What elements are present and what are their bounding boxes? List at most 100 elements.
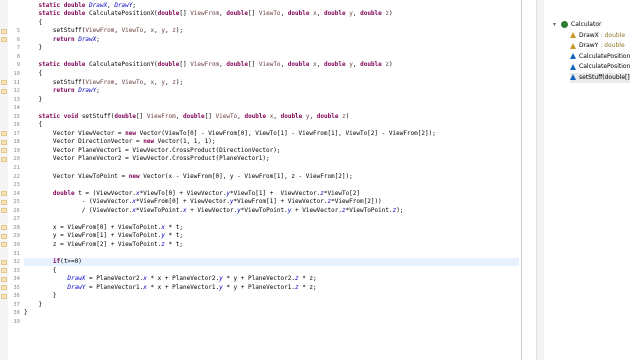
code-line[interactable]: double t = (ViewVector.x*ViewTo[0] + Vie… xyxy=(24,190,519,198)
code-line[interactable]: x = ViewFrom[0] + ViewToPoint.x * t; xyxy=(24,224,519,232)
outline-item[interactable]: CalculatePosition xyxy=(570,62,630,72)
line-number: 38 xyxy=(13,310,20,317)
change-mark[interactable] xyxy=(1,233,7,239)
code-token: double xyxy=(114,112,137,120)
change-mark[interactable] xyxy=(1,80,7,85)
outline-item[interactable]: Calculator xyxy=(561,20,601,30)
code-token: *ViewToPoint. xyxy=(345,206,393,214)
code-line[interactable]: } xyxy=(24,309,519,317)
code-line[interactable]: Vector PlaneVector1 = ViewVector.CrossPr… xyxy=(24,147,519,155)
change-mark[interactable] xyxy=(1,268,7,274)
code-token: DrawX xyxy=(67,275,86,283)
code-token: * x + PlaneVector1. xyxy=(146,283,220,291)
change-mark[interactable] xyxy=(1,28,7,34)
outline-item[interactable]: setStuff(double[] xyxy=(570,72,630,83)
code-token: ; xyxy=(96,35,100,43)
outline-item[interactable]: CalculatePosition xyxy=(570,52,630,62)
code-line[interactable]: setStuff(ViewFrom, ViewTo, x, y, z); xyxy=(24,79,519,87)
change-mark[interactable] xyxy=(1,199,7,205)
code-line[interactable] xyxy=(24,250,519,258)
code-line[interactable]: static void setStuff(double[] ViewFrom, … xyxy=(24,113,519,121)
code-line[interactable]: } xyxy=(24,96,519,104)
change-mark[interactable] xyxy=(1,156,7,162)
code-token: ); xyxy=(396,206,404,214)
code-line[interactable]: DrawX = PlaneVector2.x * x + PlaneVector… xyxy=(24,275,519,283)
code-token: ViewFrom xyxy=(85,78,115,86)
code-line[interactable]: { xyxy=(24,70,519,78)
vertical-scrollbar[interactable] xyxy=(536,0,544,360)
change-mark[interactable] xyxy=(1,37,7,43)
code-token: double xyxy=(287,61,314,69)
code-token: new xyxy=(125,129,140,137)
line-number: 35 xyxy=(13,284,20,291)
change-mark[interactable] xyxy=(1,139,7,145)
code-line[interactable]: static double CalculatePositionX(double[… xyxy=(24,10,519,18)
code-line[interactable]: if(t>=0) xyxy=(24,258,519,267)
change-mark[interactable] xyxy=(1,208,7,214)
code-line[interactable] xyxy=(24,104,519,112)
change-mark[interactable] xyxy=(1,285,7,291)
change-mark[interactable] xyxy=(1,242,7,248)
code-line[interactable]: z = ViewFrom[2] + ViewToPoint.z * t; xyxy=(24,241,519,249)
code-token: ); xyxy=(175,78,184,86)
code-line[interactable]: } xyxy=(24,301,519,309)
code-token: new xyxy=(128,172,144,180)
line-number: 36 xyxy=(13,293,20,300)
code-line[interactable]: / (ViewVector.x*ViewToPoint.x + ViewVect… xyxy=(24,207,519,215)
code-line[interactable]: return DrawY; xyxy=(24,87,519,95)
line-number: 11 xyxy=(13,79,20,86)
code-token: x = ViewFrom[0] + ViewToPoint. xyxy=(24,223,162,231)
change-mark[interactable] xyxy=(1,148,7,154)
line-number: 32 xyxy=(13,259,20,266)
code-line[interactable] xyxy=(24,53,519,61)
line-number: 26 xyxy=(13,207,20,214)
code-token: *ViewFrom[2])) xyxy=(331,198,382,206)
code-token: DrawY xyxy=(114,1,133,9)
code-line[interactable] xyxy=(24,318,519,326)
code-line[interactable]: Vector ViewVector = new Vector(ViewTo[0]… xyxy=(24,130,519,138)
code-line[interactable]: Vector PlaneVector2 = ViewVector.CrossPr… xyxy=(24,155,519,163)
code-line[interactable]: } xyxy=(24,44,519,52)
code-line[interactable]: static double CalculatePositionY(double[… xyxy=(24,61,519,69)
code-line[interactable]: y = ViewFrom[1] + ViewToPoint.y * t; xyxy=(24,232,519,240)
code-line[interactable] xyxy=(24,215,519,223)
code-token: * x + PlaneVector2. xyxy=(146,275,220,283)
code-token: *ViewToPoint. xyxy=(240,206,288,214)
line-number: 16 xyxy=(13,122,20,129)
code-line[interactable]: { xyxy=(24,267,519,275)
code-token: ViewTo xyxy=(215,112,238,120)
collapse-arrow-icon[interactable]: ▾ xyxy=(553,21,556,28)
code-token: / (ViewVector. xyxy=(24,206,133,214)
change-mark[interactable] xyxy=(1,276,7,282)
change-mark[interactable] xyxy=(1,191,7,197)
change-mark[interactable] xyxy=(1,131,7,137)
change-mark[interactable] xyxy=(1,88,7,94)
code-token: static double xyxy=(38,1,90,9)
change-mark[interactable] xyxy=(1,259,7,265)
code-token: new xyxy=(143,138,158,146)
code-line[interactable]: static double DrawX, DrawY; xyxy=(24,2,519,10)
code-line[interactable]: { xyxy=(24,121,519,129)
code-line[interactable] xyxy=(24,181,519,189)
code-token: DrawY xyxy=(67,283,86,291)
code-line[interactable]: { xyxy=(24,19,519,27)
outline-item[interactable]: DrawY : double xyxy=(570,41,625,51)
change-mark[interactable] xyxy=(1,293,7,299)
change-mark[interactable] xyxy=(1,225,7,231)
code-lines[interactable]: public class Calculator { static double … xyxy=(24,0,520,360)
line-number: 10 xyxy=(13,70,20,77)
code-line[interactable]: DrawY = PlaneVector1.x * x + PlaneVector… xyxy=(24,284,519,292)
outline-item[interactable]: DrawX : double xyxy=(570,31,625,41)
code-line[interactable]: return DrawX; xyxy=(24,36,519,44)
code-editor[interactable]: 5 6 7 8 9 10 11 12 13 14 15 16 17 18 19 20 21 22 23 24 25 26 2… xyxy=(0,0,521,360)
code-line[interactable] xyxy=(24,164,519,172)
code-token: *ViewTo[0] + ViewVector. xyxy=(139,189,227,197)
code-line[interactable]: Vector ViewToPoint = new Vector(x - View… xyxy=(24,173,519,181)
code-token: DrawX xyxy=(89,1,108,9)
code-line[interactable]: - (ViewVector.x*ViewFrom[0] + ViewVector… xyxy=(24,198,519,206)
code-line[interactable]: } xyxy=(24,292,519,300)
code-line[interactable]: setStuff(ViewFrom, ViewTo, x, y, z); xyxy=(24,27,519,35)
code-line[interactable]: Vector DirectionVector = new Vector(1, 1… xyxy=(24,138,519,146)
